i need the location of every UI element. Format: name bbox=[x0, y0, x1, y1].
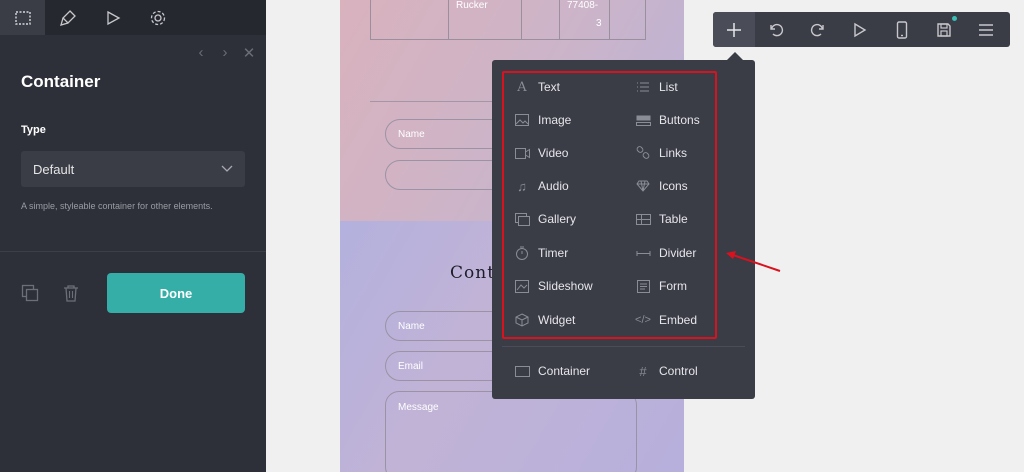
container-icon bbox=[514, 363, 530, 379]
menu-item-label: Container bbox=[538, 364, 591, 378]
name-placeholder: Name bbox=[398, 128, 425, 140]
tab-animation[interactable] bbox=[90, 0, 135, 35]
panel-title: Container bbox=[21, 72, 101, 91]
menu-item-container[interactable]: Container bbox=[514, 361, 590, 381]
tab-style[interactable] bbox=[45, 0, 90, 35]
chevron-down-icon bbox=[221, 165, 233, 172]
done-button[interactable]: Done bbox=[107, 273, 245, 313]
page-table: Rucker 77408- 3 bbox=[370, 0, 646, 40]
table-cell: 77408- bbox=[567, 0, 599, 11]
contact-message-field[interactable]: Message bbox=[385, 391, 637, 472]
panel-nav: ‹ › ✕ bbox=[194, 44, 256, 62]
menu-item-control[interactable]: # Control bbox=[635, 361, 698, 381]
save-button[interactable] bbox=[923, 12, 965, 47]
gear-icon bbox=[150, 10, 165, 25]
table-col-line bbox=[521, 0, 522, 40]
redo-button[interactable] bbox=[797, 12, 839, 47]
chevron-left-icon[interactable]: ‹ bbox=[194, 44, 208, 62]
panel-divider bbox=[0, 251, 266, 252]
dropdown-caret bbox=[727, 52, 743, 60]
type-select[interactable]: Default bbox=[21, 151, 245, 187]
panel-tabs bbox=[0, 0, 266, 35]
table-col-line bbox=[559, 0, 560, 40]
brush-icon bbox=[59, 9, 76, 26]
menu-item-label: Control bbox=[659, 364, 698, 378]
table-cell: Rucker bbox=[456, 0, 488, 11]
highlight-box bbox=[502, 71, 717, 339]
close-icon[interactable]: ✕ bbox=[242, 44, 256, 62]
menu-icon bbox=[979, 23, 993, 36]
editor-toolbar bbox=[713, 12, 1010, 47]
undo-icon bbox=[770, 23, 784, 36]
add-icon bbox=[727, 22, 741, 37]
table-col-line bbox=[609, 0, 610, 40]
type-description: A simple, styleable container for other … bbox=[21, 201, 213, 211]
unsaved-dot bbox=[952, 16, 957, 21]
hash-icon: # bbox=[639, 363, 647, 379]
properties-panel: ‹ › ✕ Container Type Default A simple, s… bbox=[0, 0, 266, 472]
mobile-view-button[interactable] bbox=[881, 12, 923, 47]
duplicate-icon bbox=[21, 284, 39, 302]
menu-button[interactable] bbox=[965, 12, 1007, 47]
preview-play-icon bbox=[854, 22, 867, 37]
chevron-right-icon[interactable]: › bbox=[218, 44, 232, 62]
tab-settings[interactable] bbox=[135, 0, 180, 35]
message-placeholder: Message bbox=[398, 402, 439, 413]
add-element-button[interactable] bbox=[713, 12, 755, 47]
delete-button[interactable] bbox=[62, 284, 80, 302]
name-placeholder: Name bbox=[398, 320, 425, 332]
trash-icon bbox=[64, 285, 78, 302]
redo-icon bbox=[810, 23, 824, 36]
table-cell: 3 bbox=[596, 18, 602, 29]
undo-button[interactable] bbox=[755, 12, 797, 47]
table-col-line bbox=[448, 0, 449, 40]
menu-divider bbox=[502, 346, 745, 347]
mobile-icon bbox=[896, 20, 908, 39]
select-icon bbox=[14, 10, 31, 25]
duplicate-button[interactable] bbox=[21, 284, 39, 302]
tab-select[interactable] bbox=[0, 0, 45, 35]
play-icon bbox=[106, 10, 120, 25]
annotation-arrow bbox=[726, 251, 781, 272]
email-placeholder: Email bbox=[398, 360, 424, 372]
preview-button[interactable] bbox=[839, 12, 881, 47]
save-icon bbox=[937, 22, 951, 37]
type-label: Type bbox=[21, 124, 46, 136]
type-select-value: Default bbox=[33, 161, 75, 177]
